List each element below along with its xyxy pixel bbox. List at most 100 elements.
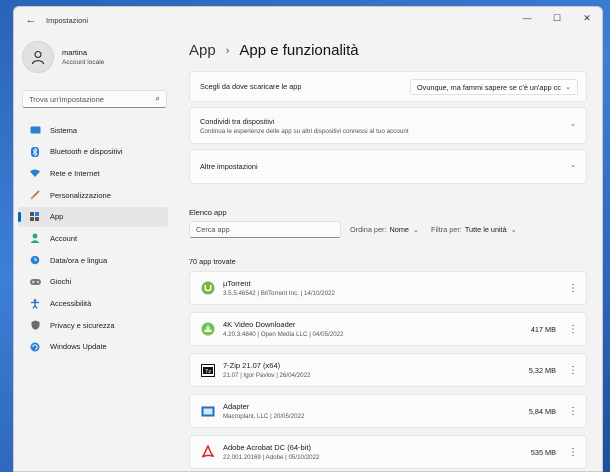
more-settings-label: Altre impostazioni [200, 162, 258, 171]
user-icon [31, 50, 45, 65]
window-controls: — ☐ ✕ [512, 7, 602, 29]
app-name: 4K Video Downloader [223, 320, 296, 329]
more-options-icon[interactable]: ⋮ [568, 447, 578, 458]
sidebar: martina Account locale Trova un'impostaz… [14, 33, 184, 471]
utorrent-icon [200, 281, 215, 296]
download-source-card: Scegli da dove scaricare le app Ovunque,… [189, 71, 587, 102]
main-content: App › App e funzionalità Scegli da dove … [189, 33, 594, 471]
app-row: 7z 7-Zip 21.07 (x64) 21.07 | Igor Pavlov… [189, 353, 587, 387]
more-settings-card[interactable]: Altre impostazioni ⌄ [189, 149, 587, 184]
back-button[interactable]: ← [20, 14, 42, 26]
accessibility-icon [29, 298, 41, 309]
share-devices-card[interactable]: Condividi tra dispositivi Continua le es… [189, 107, 587, 144]
search-placeholder: Trova un'impostazione [29, 94, 104, 104]
system-icon [29, 125, 41, 135]
apps-icon [29, 212, 41, 222]
user-profile[interactable]: martina Account locale [22, 41, 104, 73]
adapter-icon [200, 404, 215, 419]
sort-label: Ordina per: [350, 225, 387, 234]
app-row: Adapter Macroplant, LLC | 20/05/2022 5,8… [189, 394, 587, 428]
chevron-down-icon: ⌄ [565, 84, 571, 91]
app-count: 70 app trovate [189, 257, 236, 266]
chevron-down-icon: ⌄ [412, 226, 419, 234]
breadcrumb-parent[interactable]: App [189, 42, 216, 59]
profile-name: martina [62, 48, 88, 57]
bluetooth-icon [29, 146, 41, 157]
sidebar-item-data-ora[interactable]: Data/ora e lingua [18, 250, 168, 270]
sidebar-item-label: Privacy e sicurezza [50, 320, 115, 330]
sidebar-item-app[interactable]: App [18, 206, 168, 227]
app-meta: 22.001.20169 | Adobe | 05/10/2022 [223, 454, 320, 461]
app-name: Adobe Acrobat DC (64-bit) [223, 443, 311, 452]
more-options-icon[interactable]: ⋮ [568, 406, 578, 417]
update-icon [29, 342, 41, 352]
app-size: 5,32 MB [528, 365, 556, 375]
more-options-icon[interactable]: ⋮ [568, 283, 578, 294]
sidebar-item-rete[interactable]: Rete e Internet [18, 163, 168, 183]
more-options-icon[interactable]: ⋮ [568, 324, 578, 335]
chevron-down-icon: ⌄ [510, 226, 517, 234]
sidebar-item-personalizzazione[interactable]: Personalizzazione [18, 185, 168, 205]
avatar [22, 41, 54, 73]
sidebar-item-privacy[interactable]: Privacy e sicurezza [18, 315, 168, 335]
page-title: App e funzionalità [239, 42, 359, 59]
app-size: 417 MB [530, 324, 556, 334]
app-row: 4K Video Downloader 4.20.3.4840 | Open M… [189, 312, 587, 346]
app-size: 535 MB [530, 447, 556, 457]
download-source-label: Scegli da dove scaricare le app [200, 82, 302, 91]
sidebar-item-label: Giochi [50, 277, 72, 287]
app-meta: 3.5.5.46542 | BitTorrent Inc. | 14/10/20… [223, 290, 335, 297]
gamepad-icon [29, 277, 41, 287]
download-source-value: Ovunque, ma fammi sapere se c'è un'app c… [417, 82, 561, 92]
sidebar-item-label: Data/ora e lingua [50, 255, 108, 265]
settings-search-input[interactable]: Trova un'impostazione ⌕ [22, 90, 167, 108]
app-search-placeholder: Cerca app [196, 225, 230, 234]
sidebar-item-sistema[interactable]: Sistema [18, 120, 168, 140]
download-source-dropdown[interactable]: Ovunque, ma fammi sapere se c'è un'app c… [410, 79, 578, 95]
more-options-icon[interactable]: ⋮ [568, 365, 578, 376]
sidebar-item-label: Rete e Internet [50, 168, 100, 178]
globe-clock-icon [29, 255, 41, 265]
settings-window: ← Impostazioni — ☐ ✕ martina Account loc… [13, 6, 603, 472]
share-devices-label: Condividi tra dispositivi [200, 117, 275, 126]
account-icon [29, 233, 41, 244]
shield-icon [29, 320, 41, 330]
app-size: 5,84 MB [528, 406, 556, 416]
sidebar-nav: Sistema Bluetooth e dispositivi Rete e I… [18, 120, 168, 359]
minimize-button[interactable]: — [512, 7, 542, 29]
4k-downloader-icon [200, 322, 215, 337]
app-meta: 4.20.3.4840 | Open Media LLC | 04/05/202… [223, 331, 344, 338]
filter-label: Filtra per: [431, 225, 462, 234]
share-devices-description: Continua le esperienze delle app su altr… [200, 128, 409, 135]
sidebar-item-label: Accessibilità [50, 299, 92, 308]
acrobat-icon [200, 445, 215, 460]
window-title: Impostazioni [46, 15, 89, 25]
filter-dropdown[interactable]: Filtra per: Tutte le unità ⌄ [431, 225, 517, 234]
sidebar-item-windows-update[interactable]: Windows Update [18, 337, 168, 357]
sidebar-item-giochi[interactable]: Giochi [18, 272, 168, 292]
sort-value: Nome [389, 225, 409, 234]
app-search-input[interactable]: Cerca app [189, 221, 341, 238]
sort-dropdown[interactable]: Ordina per: Nome ⌄ [350, 225, 419, 234]
sidebar-item-label: Sistema [50, 125, 78, 135]
sidebar-item-label: Account [50, 233, 78, 243]
app-meta: Macroplant, LLC | 20/05/2022 [223, 413, 305, 420]
app-name: µTorrent [223, 279, 251, 288]
7zip-icon: 7z [200, 363, 215, 378]
sidebar-item-label: App [50, 212, 64, 222]
brush-icon [29, 190, 41, 200]
sidebar-item-accessibilita[interactable]: Accessibilità [18, 294, 168, 314]
wifi-icon [29, 168, 41, 178]
sidebar-item-label: Windows Update [50, 342, 107, 352]
svg-text:7z: 7z [204, 369, 210, 375]
sidebar-item-account[interactable]: Account [18, 228, 168, 248]
app-row: Adobe Acrobat DC (64-bit) 22.001.20169 |… [189, 435, 587, 469]
close-button[interactable]: ✕ [572, 7, 602, 29]
maximize-button[interactable]: ☐ [542, 7, 572, 29]
search-icon: ⌕ [155, 94, 160, 103]
breadcrumb: App › App e funzionalità [189, 42, 359, 59]
chevron-down-icon: ⌄ [570, 121, 576, 128]
app-list-heading: Elenco app [189, 208, 227, 217]
sidebar-item-bluetooth[interactable]: Bluetooth e dispositivi [18, 142, 168, 162]
app-row: µTorrent 3.5.5.46542 | BitTorrent Inc. |… [189, 271, 587, 305]
